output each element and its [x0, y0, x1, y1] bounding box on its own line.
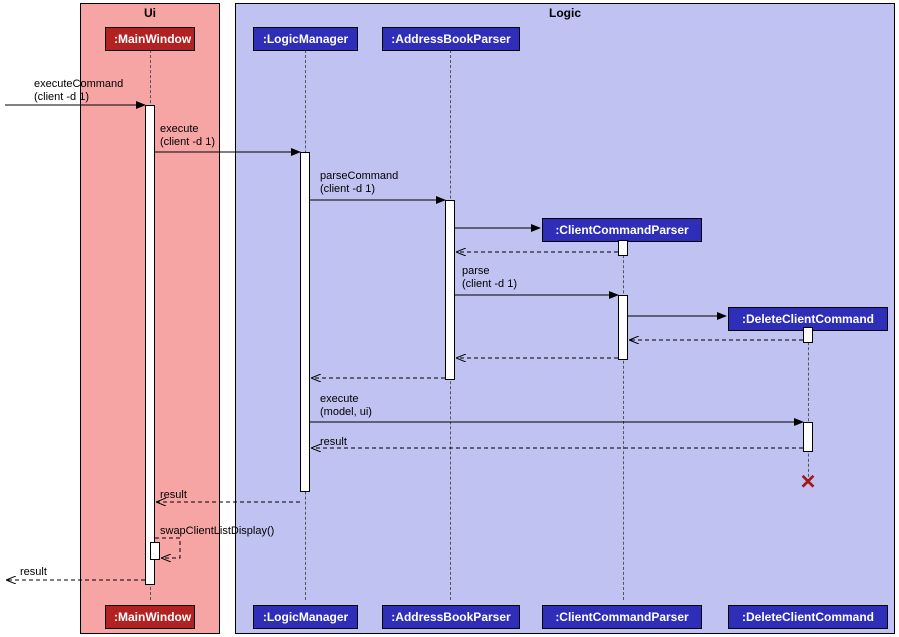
activation-mainwindow-self — [150, 542, 160, 560]
participant-ccparser-bot: :ClientCommandParser — [542, 605, 702, 629]
msg-executecommand: executeCommand (client -d 1) — [34, 78, 123, 104]
msg-parsecommand: parseCommand (client -d 1) — [320, 170, 398, 196]
region-logic-title: Logic — [549, 6, 581, 20]
participant-abparser-bot: :AddressBookParser — [382, 605, 520, 629]
participant-abparser-top: :AddressBookParser — [382, 27, 520, 51]
msg-execute-2: execute (model, ui) — [320, 393, 372, 419]
participant-mainwindow-bot: :MainWindow — [105, 605, 195, 629]
lifeline-dcc — [808, 327, 809, 482]
region-ui-title: Ui — [144, 6, 156, 20]
participant-mainwindow-top: :MainWindow — [105, 27, 195, 51]
msg-self: swapClientListDisplay() — [160, 525, 274, 538]
lifeline-ccparser — [623, 230, 624, 600]
activation-dcc-2 — [803, 422, 813, 452]
activation-abparser — [445, 200, 455, 380]
participant-dcc-bot: :DeleteClientCommand — [728, 605, 888, 629]
activation-ccparser-1 — [618, 240, 628, 256]
msg-result-2: result — [160, 489, 187, 502]
activation-logicmanager — [300, 152, 310, 492]
msg-result-3: result — [20, 566, 47, 579]
activation-mainwindow — [145, 105, 155, 585]
msg-execute-1: execute (client -d 1) — [160, 123, 215, 149]
destroy-icon: ✕ — [800, 470, 817, 495]
msg-result-1: result — [320, 436, 347, 449]
activation-ccparser-2 — [618, 295, 628, 360]
sequence-diagram: Ui Logic :MainWindow :LogicManager :Addr… — [0, 0, 899, 637]
msg-parse: parse (client -d 1) — [462, 265, 517, 291]
activation-dcc-1 — [803, 327, 813, 343]
participant-ccparser: :ClientCommandParser — [542, 218, 702, 242]
participant-logicmanager-top: :LogicManager — [253, 27, 358, 51]
participant-logicmanager-bot: :LogicManager — [253, 605, 358, 629]
